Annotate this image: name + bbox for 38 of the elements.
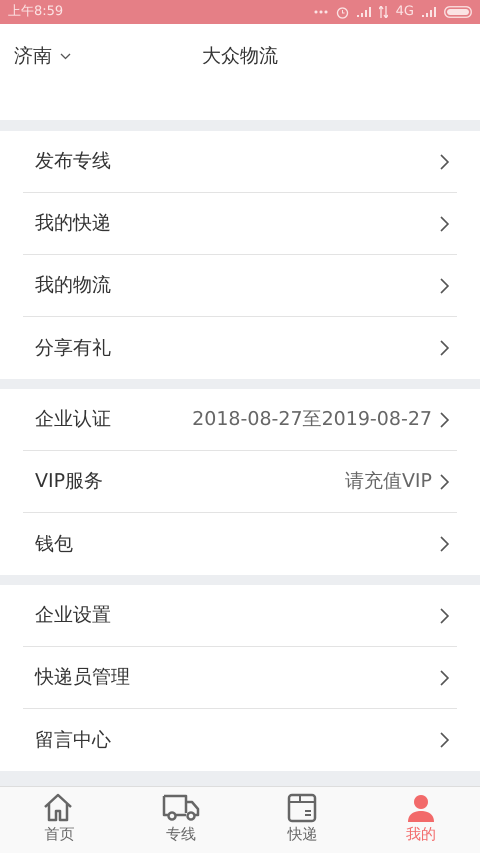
chevron-right-icon <box>440 536 449 552</box>
chevron-right-icon <box>440 732 449 748</box>
chevron-right-icon <box>440 608 449 624</box>
parcel-box-icon <box>286 793 318 823</box>
tab-bar-item[interactable]: 专线 <box>118 787 243 853</box>
menu-item[interactable]: 快递员管理 <box>23 647 457 709</box>
data-transfer-icon <box>378 6 388 18</box>
menu-item[interactable]: 分享有礼 <box>23 317 457 379</box>
menu-item[interactable]: 钱包 <box>23 513 457 575</box>
truck-icon <box>162 793 200 823</box>
menu-item[interactable]: 企业认证 2018-08-27至2019-08-27 <box>23 389 457 451</box>
chevron-right-icon <box>440 670 449 686</box>
menu-item[interactable]: 我的快递 <box>23 193 457 255</box>
page-title: 大众物流 <box>202 45 278 67</box>
menu-item[interactable]: 我的物流 <box>23 255 457 317</box>
city-selector[interactable]: 济南 <box>14 42 71 70</box>
chevron-right-icon <box>440 474 449 490</box>
signal-icon <box>422 7 436 17</box>
chevron-right-icon <box>440 216 449 232</box>
item-value: 2018-08-27至2019-08-27 <box>192 407 432 432</box>
signal-icon <box>356 7 371 17</box>
menu-item[interactable]: 发布专线 <box>23 131 457 193</box>
tab-bar-item[interactable]: 快递 <box>243 787 362 853</box>
chevron-right-icon <box>440 154 449 170</box>
menu-item[interactable]: VIP服务 请充值VIP <box>23 451 457 513</box>
tab-bar-item[interactable]: 首页 <box>0 787 118 853</box>
alarm-icon <box>336 6 349 18</box>
status-time: 上午8:59 <box>8 3 64 22</box>
chevron-right-icon <box>440 340 449 356</box>
network-type: 4G <box>396 3 414 22</box>
item-value: 请充值VIP <box>344 469 432 494</box>
chevron-right-icon <box>440 412 449 428</box>
caret-icon <box>60 52 71 60</box>
menu-item[interactable]: 企业设置 <box>23 585 457 647</box>
battery-icon <box>444 6 472 18</box>
chevron-right-icon <box>440 278 449 294</box>
menu-item[interactable]: 留言中心 <box>23 709 457 771</box>
more-icon <box>314 10 328 14</box>
